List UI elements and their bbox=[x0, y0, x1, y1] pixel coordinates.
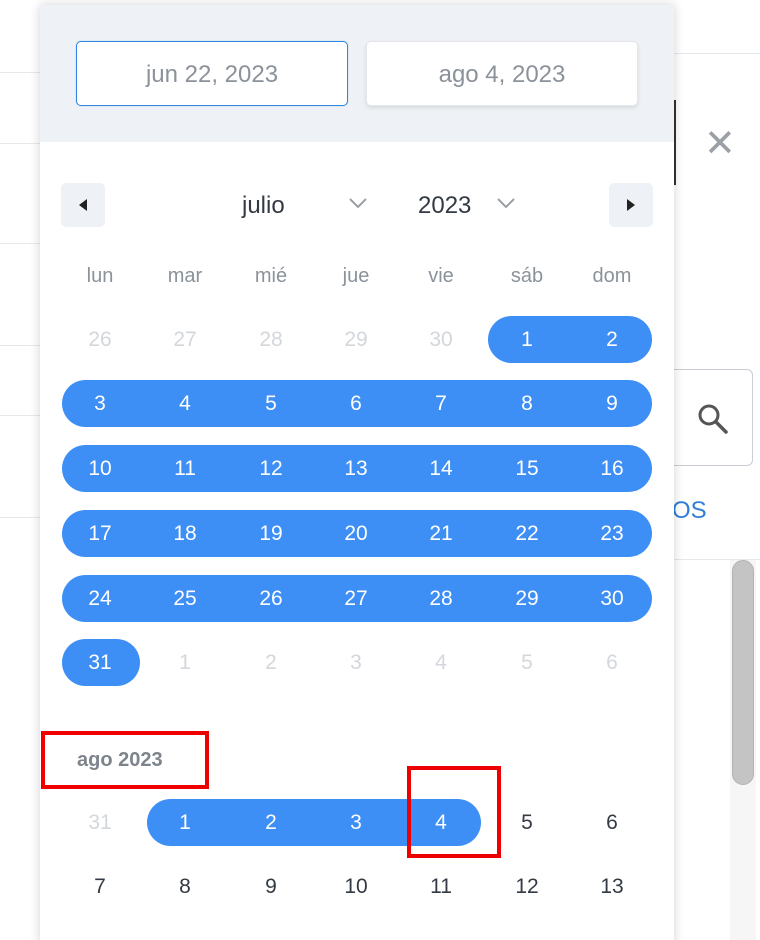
calendar-day-selected[interactable]: 27 bbox=[314, 575, 398, 622]
calendar-day[interactable]: 31 bbox=[58, 799, 142, 846]
weekday-header: mar bbox=[167, 265, 203, 287]
calendar-day[interactable]: 5 bbox=[485, 639, 569, 686]
calendar-day-selected[interactable]: 4 bbox=[143, 380, 227, 427]
calendar-day[interactable]: 1 bbox=[143, 639, 227, 686]
calendar-day[interactable]: 12 bbox=[485, 863, 569, 910]
calendar-day-selected[interactable]: 2 bbox=[229, 799, 313, 846]
weekday-header: sáb bbox=[510, 265, 544, 287]
calendar-day[interactable]: 3 bbox=[314, 639, 398, 686]
weekday-header: mié bbox=[254, 265, 288, 287]
calendar-day-selected[interactable]: 30 bbox=[570, 575, 654, 622]
month-select-value: julio bbox=[242, 192, 285, 219]
background-right-panel: ✕ OS bbox=[672, 0, 760, 940]
divider bbox=[0, 143, 40, 144]
calendar-day-selected[interactable]: 18 bbox=[143, 510, 227, 557]
month-select[interactable]: julio bbox=[242, 188, 372, 224]
calendar-day-selected[interactable]: 10 bbox=[58, 445, 142, 492]
calendar-day[interactable]: 8 bbox=[143, 863, 227, 910]
calendar-day-selected[interactable]: 13 bbox=[314, 445, 398, 492]
calendar-day-selected[interactable]: 14 bbox=[399, 445, 483, 492]
chevron-down-icon bbox=[497, 198, 515, 209]
search-input[interactable] bbox=[674, 369, 753, 466]
calendar-day-selected[interactable]: 5 bbox=[229, 380, 313, 427]
calendar-day-selected[interactable]: 8 bbox=[485, 380, 569, 427]
start-date-input[interactable]: jun 22, 2023 bbox=[76, 41, 348, 106]
calendar-day[interactable]: 6 bbox=[570, 799, 654, 846]
calendar-day-selected[interactable]: 1 bbox=[143, 799, 227, 846]
calendar-day-selected[interactable]: 26 bbox=[229, 575, 313, 622]
weekday-header: dom bbox=[592, 265, 632, 287]
calendar-day[interactable]: 28 bbox=[229, 316, 313, 363]
date-range-picker: jun 22, 2023 ago 4, 2023 julio 2023 lun … bbox=[40, 5, 674, 940]
calendar-day[interactable]: 6 bbox=[570, 639, 654, 686]
calendar-day[interactable]: 4 bbox=[399, 639, 483, 686]
calendar-day-selected[interactable]: 29 bbox=[485, 575, 569, 622]
calendar-day-selected[interactable]: 24 bbox=[58, 575, 142, 622]
divider bbox=[674, 53, 760, 54]
calendar-day[interactable]: 11 bbox=[399, 863, 483, 910]
calendar-day[interactable]: 10 bbox=[314, 863, 398, 910]
scrollbar-thumb[interactable] bbox=[732, 560, 754, 785]
calendar-day[interactable]: 9 bbox=[229, 863, 313, 910]
divider bbox=[0, 345, 40, 346]
calendar-day-selected[interactable]: 19 bbox=[229, 510, 313, 557]
weekday-header: jue bbox=[342, 265, 370, 287]
calendar-day-selected[interactable]: 31 bbox=[58, 639, 142, 686]
calendar-day-selected[interactable]: 1 bbox=[485, 316, 569, 363]
calendar-day-selected[interactable]: 12 bbox=[229, 445, 313, 492]
year-select[interactable]: 2023 bbox=[418, 188, 518, 224]
calendar-day-selected[interactable]: 16 bbox=[570, 445, 654, 492]
triangle-right-icon bbox=[627, 199, 635, 211]
calendar-day[interactable]: 13 bbox=[570, 863, 654, 910]
divider bbox=[0, 415, 40, 416]
calendar-day-selected[interactable]: 23 bbox=[570, 510, 654, 557]
calendar-day[interactable]: 2 bbox=[229, 639, 313, 686]
calendar-day-selected[interactable]: 6 bbox=[314, 380, 398, 427]
calendar-day-selected[interactable]: 20 bbox=[314, 510, 398, 557]
calendar-day[interactable]: 26 bbox=[58, 316, 142, 363]
divider bbox=[674, 100, 676, 185]
search-icon[interactable] bbox=[696, 402, 730, 436]
calendar-day-selected[interactable]: 21 bbox=[399, 510, 483, 557]
weekday-header: lun bbox=[86, 265, 114, 287]
calendar-day[interactable]: 7 bbox=[58, 863, 142, 910]
calendar-day[interactable]: 27 bbox=[143, 316, 227, 363]
triangle-left-icon bbox=[79, 199, 87, 211]
calendar-day-selected[interactable]: 7 bbox=[399, 380, 483, 427]
divider bbox=[0, 72, 40, 73]
calendar-day-selected[interactable]: 17 bbox=[58, 510, 142, 557]
close-icon[interactable]: ✕ bbox=[704, 124, 736, 162]
calendar-day-selected[interactable]: 28 bbox=[399, 575, 483, 622]
calendar-day-selected[interactable]: 3 bbox=[314, 799, 398, 846]
calendar-day[interactable]: 29 bbox=[314, 316, 398, 363]
divider bbox=[0, 243, 40, 244]
end-date-input[interactable]: ago 4, 2023 bbox=[366, 41, 638, 106]
calendar-day-selected[interactable]: 25 bbox=[143, 575, 227, 622]
calendar-day-selected[interactable]: 11 bbox=[143, 445, 227, 492]
calendar-day-selected[interactable]: 3 bbox=[58, 380, 142, 427]
date-range-header: jun 22, 2023 ago 4, 2023 bbox=[40, 5, 674, 142]
previous-month-button[interactable] bbox=[61, 183, 105, 227]
calendar-day-selected[interactable]: 22 bbox=[485, 510, 569, 557]
highlight-box-end-day bbox=[407, 766, 501, 858]
link-text[interactable]: OS bbox=[672, 497, 707, 525]
calendar-day-selected[interactable]: 2 bbox=[570, 316, 654, 363]
highlight-box-month-label bbox=[41, 731, 209, 789]
year-select-value: 2023 bbox=[418, 192, 472, 219]
divider bbox=[0, 517, 40, 518]
next-month-button[interactable] bbox=[609, 183, 653, 227]
weekday-header: vie bbox=[428, 265, 454, 287]
calendar-day-selected[interactable]: 15 bbox=[485, 445, 569, 492]
calendar-day-selected[interactable]: 9 bbox=[570, 380, 654, 427]
calendar-day[interactable]: 30 bbox=[399, 316, 483, 363]
chevron-down-icon bbox=[349, 198, 367, 209]
background-left-column bbox=[0, 0, 40, 940]
